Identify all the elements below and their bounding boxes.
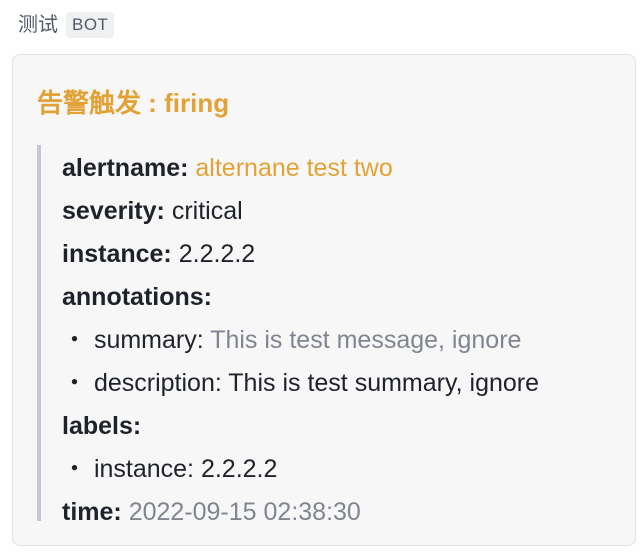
annotation-summary-value: This is test message, ignore (210, 326, 522, 354)
annotations-key: annotations: (62, 283, 212, 311)
severity-row: severity: critical (62, 190, 617, 233)
alertname-key: alertname: (62, 154, 189, 182)
time-row: time: 2022-09-15 02:38:30 (62, 491, 617, 534)
labels-key: labels: (62, 412, 142, 440)
severity-key: severity: (62, 197, 165, 225)
alertname-row: alertname: alternane test two (62, 147, 617, 190)
annotation-summary-row: ・ summary: This is test message, ignore (62, 319, 617, 362)
alert-details-quote: alertname: alternane test two severity: … (37, 145, 617, 526)
instance-row: instance: 2.2.2.2 (62, 233, 617, 276)
time-key: time: (62, 498, 122, 526)
annotation-summary-key: ・ summary: (62, 326, 204, 354)
severity-value: critical (171, 197, 243, 225)
message-header: 测试 BOT (18, 10, 115, 40)
card-title: 告警触发 : firing (37, 88, 230, 118)
label-instance-text: ・ instance: 2.2.2.2 (62, 455, 278, 483)
instance-value: 2.2.2.2 (178, 240, 256, 268)
alertname-value: alternane test two (195, 154, 393, 182)
label-instance-row: ・ instance: 2.2.2.2 (62, 448, 617, 491)
bot-badge: BOT (66, 12, 115, 38)
annotation-description-row: ・ description: This is test summary, ign… (62, 362, 617, 405)
labels-row: labels: (62, 405, 617, 448)
instance-key: instance: (62, 240, 172, 268)
time-value: 2022-09-15 02:38:30 (128, 498, 361, 526)
annotation-description-text: ・ description: This is test summary, ign… (62, 369, 540, 397)
alert-card: 告警触发 : firing alertname: alternane test … (12, 54, 636, 546)
sender-name[interactable]: 测试 (18, 10, 58, 40)
annotations-row: annotations: (62, 276, 617, 319)
